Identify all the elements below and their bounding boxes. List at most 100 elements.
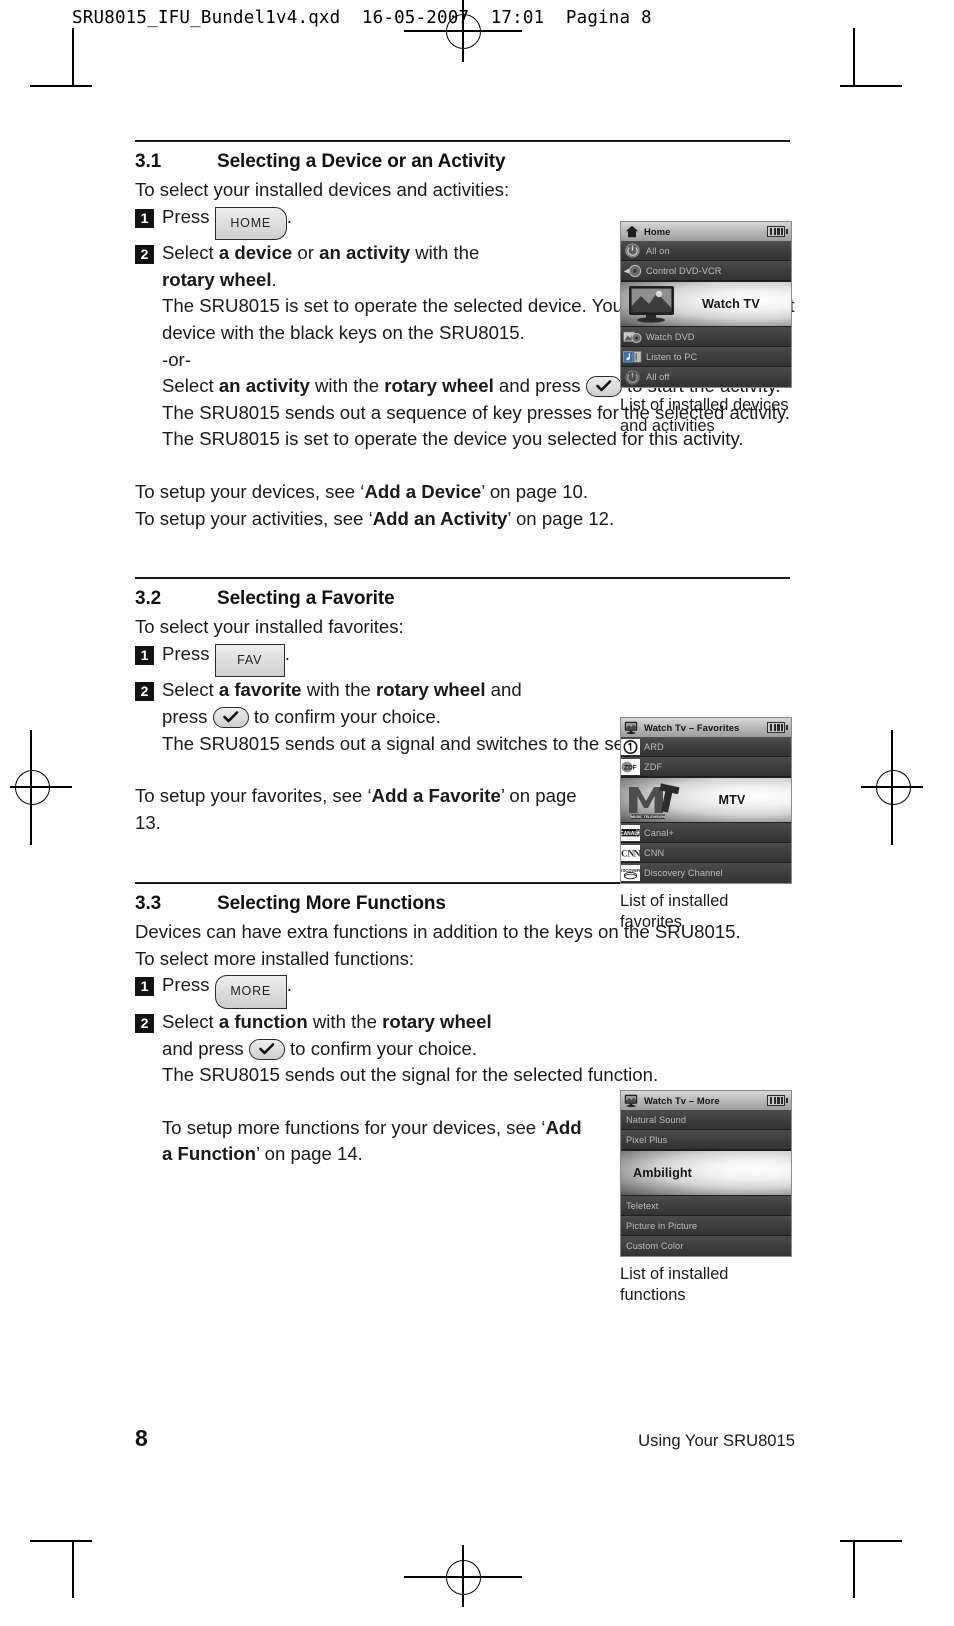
confirm-text: to confirm your choice. [290, 1037, 478, 1059]
more-key-button[interactable]: MORE [214, 975, 287, 1010]
figure-more-screen: Watch Tv – More Natural Sound Pixel Plus… [620, 1090, 792, 1306]
step-period: . [286, 205, 292, 227]
setup-activities-note: To setup your activities, see ‘Add an Ac… [135, 506, 795, 533]
crop-mark-bottom-right-horizontal [840, 1540, 902, 1542]
step-text: Select a function with the rotary wheel … [162, 1009, 795, 1062]
figure-caption-favorites: List of installed favorites [620, 892, 729, 931]
screen-title-text: Home [644, 226, 671, 237]
pc-music-icon [623, 349, 642, 365]
list-item-watch-tv-selected[interactable]: Watch TV [621, 281, 791, 327]
step-period: . [284, 642, 290, 664]
section-title-3-3: Selecting More Functions [217, 893, 446, 915]
section-divider-rule [135, 577, 790, 580]
list-item-discovery-channel[interactable]: DISCOVERY Discovery Channel [621, 863, 791, 883]
setup-functions-note: To setup more functions for your devices… [162, 1115, 592, 1168]
home-key-button[interactable]: HOME [214, 206, 287, 241]
list-item-all-off[interactable]: All off [621, 367, 791, 387]
television-icon [624, 1094, 639, 1108]
note-lead: To setup your activities, see ‘ [135, 507, 373, 529]
press-label: Press [162, 642, 210, 664]
an-activity-bold: an activity [218, 375, 310, 397]
list-item-listen-to-pc[interactable]: Listen to PC [621, 347, 791, 367]
section-number-3-1: 3.1 [135, 151, 162, 172]
list-item-ard[interactable]: ARD [621, 737, 791, 757]
step-text: Press FAV. [162, 641, 795, 678]
list-item-label: All on [646, 245, 670, 256]
step-1-3-2: 1 Press FAV. [135, 641, 795, 678]
step-text: Press MORE. [162, 972, 795, 1010]
a-device-bold: a device [218, 242, 293, 264]
list-item-label: ZDF [644, 761, 663, 772]
and-word: and [485, 679, 522, 701]
ard-logo-icon [621, 738, 640, 755]
rotary-wheel-bold: rotary wheel [162, 268, 272, 290]
list-item-teletext[interactable]: Teletext [621, 1196, 791, 1216]
list-item-label: Discovery Channel [644, 868, 723, 878]
list-item-ambilight-selected[interactable]: Ambilight [621, 1150, 791, 1196]
confirm-text: to confirm your choice. [253, 705, 441, 727]
svg-text:ZDF: ZDF [624, 764, 637, 771]
remote-screen-favorites: Watch Tv – Favorites ARD ZDF ZDF MUSIC T… [620, 717, 792, 884]
registration-mark-left-circle [15, 770, 50, 805]
list-item-custom-color[interactable]: Custom Color [621, 1236, 791, 1256]
fav-key-button[interactable]: FAV [214, 643, 285, 678]
list-item-zdf[interactable]: ZDF ZDF [621, 757, 791, 777]
list-item-natural-sound[interactable]: Natural Sound [621, 1110, 791, 1130]
a-favorite-bold: a favorite [218, 679, 302, 701]
television-icon [627, 284, 679, 324]
running-head: Using Your SRU8015 [638, 1431, 795, 1450]
section-heading-3-1: 3.1 Selecting a Device or an Activity [135, 151, 795, 173]
step-number-badge: 2 [135, 245, 154, 265]
list-item-label: Watch DVD [646, 331, 695, 342]
list-item-pixel-plus[interactable]: Pixel Plus [621, 1130, 791, 1150]
battery-full-icon [766, 1095, 788, 1106]
step-number-badge: 2 [135, 1014, 154, 1034]
list-item-mtv-selected[interactable]: MUSIC TELEVISION MTV [621, 777, 791, 823]
rotary-wheel-bold: rotary wheel [382, 1011, 492, 1033]
rotary-wheel-bold: rotary wheel [384, 375, 494, 397]
ok-confirm-key-button[interactable] [248, 1038, 285, 1060]
list-item-control-dvd-vcr[interactable]: Control DVD-VCR [621, 261, 791, 281]
setup-devices-note: To setup your devices, see ‘Add a Device… [135, 479, 795, 506]
or-word: or [292, 242, 320, 264]
list-item-label: Watch TV [702, 297, 760, 311]
list-item-label: Natural Sound [626, 1114, 687, 1125]
list-item-label: Ambilight [633, 1166, 692, 1180]
figure-favorites-screen: Watch Tv – Favorites ARD ZDF ZDF MUSIC T… [620, 717, 792, 933]
figure-caption-more: List of installed functions [620, 1265, 729, 1304]
list-item-cnn[interactable]: CNN CNN [621, 843, 791, 863]
a-function-bold: a function [218, 1011, 308, 1033]
add-a-favorite-ref: Add a Favorite [371, 785, 501, 807]
select-word: Select [162, 242, 219, 264]
screen-titlebar: Watch Tv – More [621, 1091, 791, 1110]
svg-text:MUSIC TELEVISION: MUSIC TELEVISION [631, 815, 665, 819]
select-word: Select [162, 375, 219, 397]
step-number-badge: 1 [135, 645, 154, 665]
step-1-3-3: 1 Press MORE. [135, 972, 795, 1010]
period: . [271, 268, 277, 290]
step-number-badge: 1 [135, 977, 154, 997]
list-item-watch-dvd[interactable]: Watch DVD [621, 327, 791, 347]
svg-text:CNN: CNN [621, 848, 640, 859]
ok-confirm-key-button[interactable] [585, 376, 622, 398]
note-lead: To setup your devices, see ‘ [135, 480, 365, 502]
screen-titlebar: Home [621, 222, 791, 241]
list-item-label: Control DVD-VCR [646, 265, 722, 276]
section-heading-3-2: 3.2 Selecting a Favorite [135, 588, 795, 610]
list-item-picture-in-picture[interactable]: Picture in Picture [621, 1216, 791, 1236]
list-item-all-on[interactable]: All on [621, 241, 791, 261]
crop-mark-bottom-right-vertical [853, 1540, 855, 1598]
remote-screen-more: Watch Tv – More Natural Sound Pixel Plus… [620, 1090, 792, 1257]
list-item-canal-plus[interactable]: CANAL Canal+ [621, 823, 791, 843]
note-lead: To setup more functions for your devices… [162, 1116, 546, 1138]
list-item-label: Custom Color [626, 1241, 684, 1251]
press-label: Press [162, 974, 210, 996]
list-item-label: Picture in Picture [626, 1220, 698, 1231]
add-an-activity-ref: Add an Activity [372, 507, 508, 529]
ok-confirm-key-button[interactable] [212, 706, 249, 728]
registration-mark-bottom-circle [446, 1560, 481, 1595]
list-item-label: ARD [644, 741, 664, 752]
list-item-label: Pixel Plus [626, 1134, 668, 1145]
television-icon [624, 721, 639, 735]
dvd-player-icon [623, 329, 642, 345]
